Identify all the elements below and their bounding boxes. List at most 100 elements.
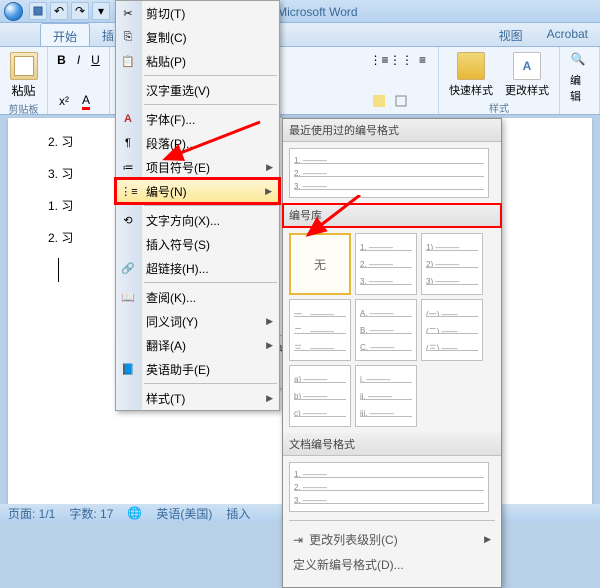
underline-button[interactable]: U: [88, 50, 103, 70]
menu-label: 样式(T): [146, 390, 185, 407]
number-style-chinese[interactable]: 一、———二、———三、———: [289, 299, 351, 361]
menu-synonym[interactable]: 同义词(Y) ▶: [116, 309, 279, 333]
number-style-decimal[interactable]: 1. ———2. ———3. ———: [355, 233, 417, 295]
find-icon: 🔍: [571, 52, 589, 70]
menu-copy[interactable]: ⎘ 复制(C): [116, 25, 279, 49]
submenu-arrow-icon: ▶: [266, 162, 273, 173]
menu-cut[interactable]: ✂剪切(T): [116, 1, 279, 25]
paragraph-icon: ¶: [120, 135, 136, 151]
menu-style[interactable]: 样式(T)▶: [116, 386, 279, 410]
number-style-upper[interactable]: A. ———B. ———C. ———: [355, 299, 417, 361]
multilevel-icon[interactable]: ⋮⋮: [391, 50, 411, 70]
group-styles: 快速样式 A 更改样式 样式: [439, 47, 560, 114]
editing-button[interactable]: 🔍 编辑: [566, 50, 593, 106]
number-style-lower[interactable]: a) ———b) ———c) ———: [289, 365, 351, 427]
status-page[interactable]: 页面: 1/1: [8, 505, 55, 522]
menu-numbering[interactable]: ⋮≡编号(N)▶: [116, 179, 279, 203]
number-style-none[interactable]: 无: [289, 233, 351, 295]
panel-header-recent: 最近使用过的编号格式: [283, 119, 501, 142]
menu-separator: [144, 205, 277, 206]
ribbon-tabs: 开始 插入 视图 Acrobat: [0, 23, 600, 47]
menu-separator: [144, 282, 277, 283]
menu-label: 文字方向(X)...: [146, 212, 220, 229]
menu-english[interactable]: 📘英语助手(E): [116, 357, 279, 381]
change-list-level[interactable]: ⇥更改列表级别(C)▶: [291, 527, 493, 552]
menu-label: 同义词(Y): [146, 313, 198, 330]
panel-separator: [289, 520, 495, 521]
submenu-arrow-icon: ▶: [265, 186, 272, 197]
tab-view[interactable]: 视图: [487, 23, 535, 46]
bullets-icon: ≔: [120, 159, 136, 175]
panel-header-library: 编号库: [283, 204, 501, 227]
qat-redo-icon[interactable]: ↷: [71, 2, 89, 20]
change-styles-button[interactable]: A 更改样式: [501, 50, 553, 100]
number-style-roman[interactable]: i. ———ii. ———iii. ———: [355, 365, 417, 427]
qat-dropdown-icon[interactable]: ▾: [92, 2, 110, 20]
menu-textdir[interactable]: ⟲文字方向(X)...: [116, 208, 279, 232]
menu-paste[interactable]: 📋粘贴(P): [116, 49, 279, 73]
group-label-styles: 样式: [445, 100, 553, 115]
indent-icon: ⇥: [293, 533, 303, 547]
link-icon: 🔗: [120, 260, 136, 276]
panel-footer: ⇥更改列表级别(C)▶ 定义新编号格式(D)...: [283, 523, 501, 581]
menu-translate[interactable]: 翻译(A)▶: [116, 333, 279, 357]
number-style-doc[interactable]: 1. ——— 2. ——— 3. ———: [289, 462, 489, 512]
menu-symbol[interactable]: 插入符号(S): [116, 232, 279, 256]
font-icon: A: [120, 111, 136, 127]
define-new-format[interactable]: 定义新编号格式(D)...: [291, 552, 493, 577]
menu-lookup[interactable]: 📖查阅(K)...: [116, 285, 279, 309]
paste-icon: [10, 52, 38, 80]
bold-button[interactable]: B: [54, 50, 69, 70]
numbering-panel: 最近使用过的编号格式 1. ——— 2. ——— 3. ——— 编号库 无 1.…: [282, 118, 502, 588]
qat-undo-icon[interactable]: ↶: [50, 2, 68, 20]
quick-styles-icon: [457, 52, 485, 80]
menu-separator: [144, 383, 277, 384]
menu-label: 英语助手(E): [146, 361, 210, 378]
menu-separator: [144, 104, 277, 105]
quick-styles-button[interactable]: 快速样式: [445, 50, 497, 100]
para-button[interactable]: ≡: [413, 50, 432, 70]
shade-button[interactable]: [369, 91, 389, 111]
menu-label: 字体(F)...: [146, 111, 195, 128]
menu-label: 汉字重选(V): [146, 82, 210, 99]
quick-styles-label: 快速样式: [449, 82, 493, 98]
qat-save-icon[interactable]: [29, 2, 47, 20]
tab-acrobat[interactable]: Acrobat: [535, 23, 600, 46]
group-clipboard: 粘贴 剪贴板: [0, 47, 48, 114]
footer-label: 定义新编号格式(D)...: [293, 556, 404, 573]
copy-icon: ⎘: [120, 29, 136, 45]
paste-button[interactable]: 粘贴: [6, 50, 41, 101]
status-words[interactable]: 字数: 17: [69, 505, 113, 522]
super-button[interactable]: x²: [54, 91, 74, 111]
submenu-arrow-icon: ▶: [484, 534, 491, 545]
paste-label: 粘贴: [11, 82, 35, 99]
menu-hyperlink[interactable]: 🔗 超链接(H)...: [116, 256, 279, 280]
menu-hanzi[interactable]: 汉字重选(V): [116, 78, 279, 102]
menu-label: 超链接(H)...: [146, 260, 209, 277]
status-insert[interactable]: 插入: [226, 505, 250, 522]
change-styles-label: 更改样式: [505, 82, 549, 98]
menu-paragraph[interactable]: ¶ 段落(P)...: [116, 131, 279, 155]
border-button[interactable]: [391, 91, 411, 111]
tab-home[interactable]: 开始: [40, 23, 90, 46]
color-button[interactable]: A: [76, 91, 96, 111]
submenu-arrow-icon: ▶: [266, 316, 273, 327]
numbering-icon[interactable]: ⋮≡: [369, 50, 389, 70]
status-lang[interactable]: 英语(美国): [156, 505, 212, 522]
panel-header-docfmt: 文档编号格式: [283, 433, 501, 456]
number-style-recent[interactable]: 1. ——— 2. ——— 3. ———: [289, 148, 489, 198]
change-styles-icon: A: [513, 52, 541, 80]
menu-label: 复制(C): [146, 29, 187, 46]
number-style-chinese-paren[interactable]: (一) ——(二) ——(三) ——: [421, 299, 483, 361]
office-button[interactable]: [4, 2, 23, 21]
menu-separator: [144, 75, 277, 76]
menu-label: 段落(P)...: [146, 135, 196, 152]
menu-bullets[interactable]: ≔项目符号(E)▶: [116, 155, 279, 179]
status-lang-icon[interactable]: 🌐: [127, 506, 142, 520]
number-style-paren[interactable]: 1) ———2) ———3) ———: [421, 233, 483, 295]
lookup-icon: 📖: [120, 289, 136, 305]
italic-button[interactable]: I: [71, 50, 86, 70]
context-menu: ✂剪切(T) ⎘ 复制(C) 📋粘贴(P) 汉字重选(V) A 字体(F)... ¶…: [115, 0, 280, 411]
menu-font[interactable]: A 字体(F)...: [116, 107, 279, 131]
none-label: 无: [314, 256, 326, 273]
